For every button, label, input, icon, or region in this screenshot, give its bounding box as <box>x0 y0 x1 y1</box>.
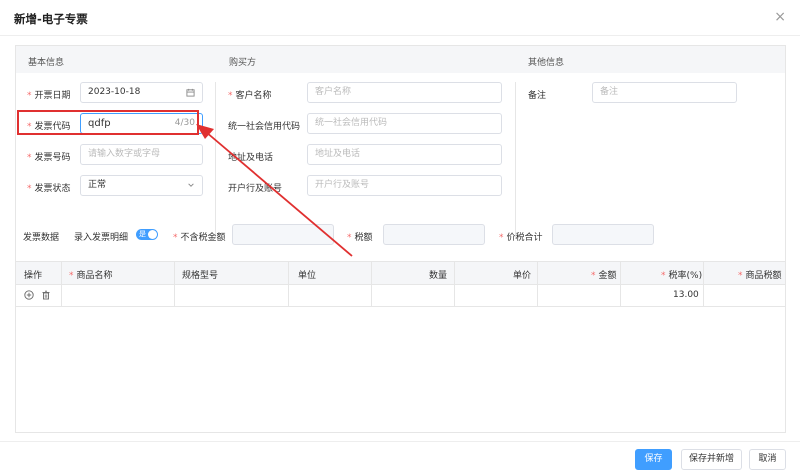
detail-toggle-label: 录入发票明细 <box>74 233 129 243</box>
remark-input[interactable]: 备注 <box>592 82 737 103</box>
section-header-bar: 基本信息 购买方 其他信息 <box>16 46 785 73</box>
th-amount: * 金额 <box>591 271 617 281</box>
total-label: * 价税合计 <box>499 233 543 243</box>
section-buyer-title: 购买方 <box>229 58 257 68</box>
status-select[interactable]: 正常 <box>80 175 203 196</box>
dialog-footer: 保存 保存并新增 取消 <box>0 441 800 475</box>
number-input[interactable]: 请输入数字或字母 <box>80 144 203 165</box>
untaxed-amount-input <box>232 224 334 245</box>
section-other-title: 其他信息 <box>528 58 565 68</box>
divider <box>515 82 516 239</box>
save-button[interactable]: 保存 <box>635 449 672 470</box>
total-amount-input <box>552 224 654 245</box>
toggle-knob <box>148 230 157 239</box>
highlight-box <box>17 110 199 135</box>
dialog-header: 新增-电子专票 × <box>0 0 800 36</box>
save-and-new-button[interactable]: 保存并新增 <box>681 449 742 470</box>
address-label: 地址及电话 <box>228 153 274 163</box>
th-tax-rate: * 税率(%) <box>661 271 703 281</box>
form-panel: 基本信息 购买方 其他信息 * 开票日期 2023-10-18 * 发票代码 qdf… <box>15 45 786 433</box>
th-unit: 单位 <box>298 271 317 281</box>
detail-toggle[interactable]: 是 <box>136 229 158 240</box>
date-label: * 开票日期 <box>27 91 71 101</box>
th-unit-price: 单价 <box>513 271 532 281</box>
untaxed-label: * 不含税金额 <box>173 233 226 243</box>
customer-name-input[interactable]: 客户名称 <box>307 82 502 103</box>
bank-label: 开户行及账号 <box>228 184 283 194</box>
bank-input[interactable]: 开户行及账号 <box>307 175 502 196</box>
th-quantity: 数量 <box>429 271 448 281</box>
cancel-button[interactable]: 取消 <box>749 449 786 470</box>
th-product-name: * 商品名称 <box>69 271 113 281</box>
add-row-icon[interactable] <box>24 290 34 303</box>
date-picker[interactable]: 2023-10-18 <box>80 82 203 103</box>
credit-code-input[interactable]: 统一社会信用代码 <box>307 113 502 134</box>
dialog-title: 新增-电子专票 <box>14 12 88 26</box>
remark-label: 备注 <box>528 91 547 101</box>
chevron-down-icon <box>187 176 195 195</box>
table-row: 13.00 <box>16 285 785 307</box>
invoice-data-label: 发票数据 <box>23 233 60 243</box>
th-spec: 规格型号 <box>182 271 219 281</box>
divider <box>215 82 216 239</box>
status-label: * 发票状态 <box>27 184 71 194</box>
number-label: * 发票号码 <box>27 153 71 163</box>
tax-label: * 税额 <box>347 233 373 243</box>
th-tax-amount: * 商品税额 <box>738 271 782 281</box>
address-input[interactable]: 地址及电话 <box>307 144 502 165</box>
items-table-header: 操作 * 商品名称 规格型号 单位 数量 单价 * 金额 * 税率(%) * 商品税额 <box>16 261 785 285</box>
tax-rate-cell[interactable]: 13.00 <box>673 290 699 300</box>
credit-code-label: 统一社会信用代码 <box>228 122 301 132</box>
close-icon[interactable]: × <box>774 9 786 25</box>
calendar-icon <box>186 83 195 102</box>
tax-amount-input <box>383 224 485 245</box>
customer-name-label: * 客户名称 <box>228 91 272 101</box>
delete-icon[interactable] <box>41 290 51 303</box>
section-basic-title: 基本信息 <box>28 58 65 68</box>
th-actions: 操作 <box>24 271 43 281</box>
